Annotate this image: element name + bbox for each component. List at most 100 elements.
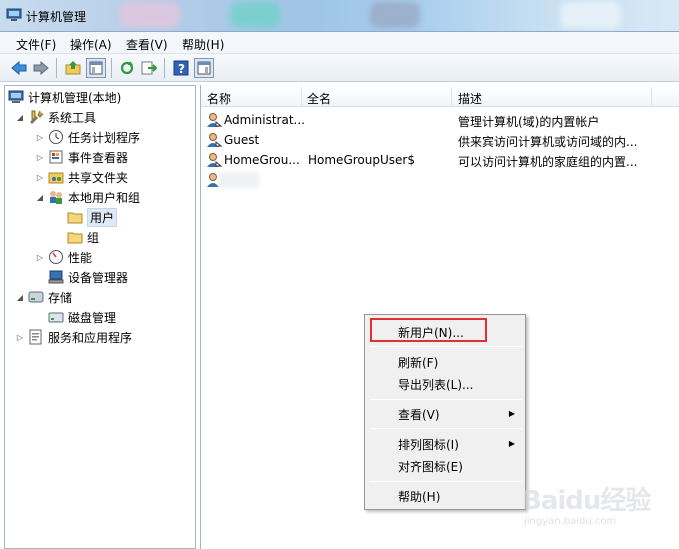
back-arrow-icon[interactable]	[9, 58, 29, 78]
column-separator[interactable]	[451, 87, 452, 107]
baidu-watermark-logo: Baidu经验 jingyan.baidu.com	[522, 470, 672, 545]
table-row[interactable]: HomeGrou... HomeGroupUser$ 可以访问计算机的家庭组的内…	[201, 150, 679, 170]
tree-label: 任务计划程序	[68, 130, 141, 145]
toolbar-separator	[111, 58, 112, 78]
tree-item-performance[interactable]: ▷ 性能	[35, 248, 92, 266]
menu-item-help[interactable]: 帮助(H)	[398, 488, 440, 505]
menu-bar: 文件(F) 操作(A) 查看(V) 帮助(H)	[0, 32, 679, 54]
highlight-annotation-box	[370, 318, 487, 342]
tree-label: 用户	[87, 207, 118, 227]
expanded-arrow-icon[interactable]: ◢	[15, 293, 25, 302]
title-bar: 计算机管理	[0, 0, 679, 32]
title-bar-decoration	[120, 2, 180, 28]
menu-item-align-icons[interactable]: 对齐图标(E)	[398, 458, 463, 475]
menu-separator	[370, 481, 522, 482]
expanded-arrow-icon[interactable]: ◢	[15, 113, 25, 122]
window-title: 计算机管理	[26, 10, 87, 24]
collapsed-arrow-icon[interactable]: ▷	[35, 133, 45, 142]
watermark-brand: Baidu经验	[522, 486, 651, 516]
collapsed-arrow-icon[interactable]: ▷	[35, 173, 45, 182]
column-header-fullname[interactable]: 全名	[307, 90, 331, 107]
table-row[interactable]: Guest 供来宾访问计算机或访问域的内...	[201, 130, 679, 150]
refresh-icon[interactable]	[117, 58, 137, 78]
toolbar-separator	[56, 58, 57, 78]
services-icon	[28, 329, 44, 345]
submenu-arrow-icon: ▶	[508, 409, 515, 418]
tree-item-shared-folders[interactable]: ▷ 共享文件夹	[35, 168, 128, 186]
cell-name: Administrat...	[224, 113, 304, 127]
table-row-redacted[interactable]	[201, 170, 679, 190]
clock-icon	[48, 129, 64, 145]
tree-item-storage[interactable]: ◢ 存储	[15, 288, 72, 306]
tree-label: 服务和应用程序	[48, 330, 133, 345]
tree-item-services-apps[interactable]: ▷ 服务和应用程序	[15, 328, 132, 346]
menu-item-arrange-icons[interactable]: 排列图标(I)	[398, 436, 459, 453]
redacted-name-blur	[219, 172, 259, 188]
tree-label: 磁盘管理	[68, 310, 117, 325]
menu-item-refresh[interactable]: 刷新(F)	[398, 354, 438, 371]
folder-icon	[67, 209, 83, 225]
device-manager-icon	[48, 269, 64, 285]
tree-item-event-viewer[interactable]: ▷ 事件查看器	[35, 148, 128, 166]
folder-icon	[67, 229, 83, 245]
toolbar-separator	[164, 58, 165, 78]
title-bar-decoration	[370, 2, 420, 28]
cell-description: 供来宾访问计算机或访问域的内...	[458, 135, 638, 149]
collapsed-arrow-icon[interactable]: ▷	[15, 333, 25, 342]
menu-view[interactable]: 查看(V)	[126, 36, 168, 53]
tree-label: 设备管理器	[68, 270, 129, 285]
tree-label: 性能	[68, 250, 93, 265]
tree-item-task-scheduler[interactable]: ▷ 任务计划程序	[35, 128, 140, 146]
event-viewer-icon	[48, 149, 64, 165]
menu-item-export-list[interactable]: 导出列表(L)...	[398, 376, 474, 393]
tree-item-groups[interactable]: 组	[67, 228, 99, 246]
menu-help[interactable]: 帮助(H)	[182, 36, 224, 53]
tree-label: 计算机管理(本地)	[28, 90, 122, 105]
column-header-name[interactable]: 名称	[207, 90, 231, 107]
tree-item-device-manager[interactable]: 设备管理器	[48, 268, 128, 286]
performance-icon	[48, 249, 64, 265]
up-folder-icon[interactable]	[63, 58, 83, 78]
tree-item-computer-management[interactable]: 计算机管理(本地)	[8, 88, 121, 106]
column-header-description[interactable]: 描述	[458, 90, 482, 107]
expanded-arrow-icon[interactable]: ◢	[35, 193, 45, 202]
tree-item-disk-management[interactable]: 磁盘管理	[48, 308, 116, 326]
shared-folder-icon	[48, 169, 64, 185]
tree-item-local-users-groups[interactable]: ◢ 本地用户和组	[35, 188, 140, 206]
tree-label: 事件查看器	[68, 150, 129, 165]
tree-label: 共享文件夹	[68, 170, 129, 185]
show-action-pane-icon[interactable]	[194, 58, 214, 78]
cell-description: 可以访问计算机的家庭组的内置...	[458, 155, 638, 169]
list-header: 名称 全名 描述	[201, 87, 679, 107]
tools-icon	[28, 109, 44, 125]
user-icon	[206, 152, 223, 168]
table-row[interactable]: Administrat... 管理计算机(域)的内置帐户	[201, 110, 679, 130]
column-separator[interactable]	[651, 87, 652, 107]
collapsed-arrow-icon[interactable]: ▷	[35, 253, 45, 262]
column-separator[interactable]	[301, 87, 302, 107]
menu-action[interactable]: 操作(A)	[70, 36, 112, 53]
help-icon[interactable]: ?	[171, 58, 191, 78]
storage-icon	[28, 289, 44, 305]
menu-separator	[370, 346, 522, 347]
watermark-site: jingyan.baidu.com	[524, 516, 617, 527]
tree-item-system-tools[interactable]: ◢ 系统工具	[15, 108, 96, 126]
menu-file[interactable]: 文件(F)	[16, 36, 56, 53]
cell-description: 管理计算机(域)的内置帐户	[458, 115, 600, 129]
cell-fullname: HomeGroupUser$	[308, 153, 415, 167]
show-hide-console-tree-icon[interactable]	[86, 58, 106, 78]
collapsed-arrow-icon[interactable]: ▷	[35, 153, 45, 162]
cell-name: HomeGrou...	[224, 153, 300, 167]
tree-label: 组	[87, 230, 100, 245]
tree-item-users[interactable]: 用户	[67, 207, 118, 227]
console-tree: 计算机管理(本地) ◢ 系统工具 ▷ 任务计划程序 ▷ 事件查看器 ▷ 共享文件…	[4, 85, 196, 549]
menu-item-view[interactable]: 查看(V)	[398, 406, 440, 423]
export-list-icon[interactable]	[139, 58, 159, 78]
submenu-arrow-icon: ▶	[508, 439, 515, 448]
user-icon	[206, 132, 223, 148]
toolbar: ?	[0, 54, 679, 82]
svg-text:?: ?	[178, 62, 185, 76]
forward-arrow-icon[interactable]	[31, 58, 51, 78]
cell-name: Guest	[224, 133, 260, 147]
menu-separator	[370, 399, 522, 400]
